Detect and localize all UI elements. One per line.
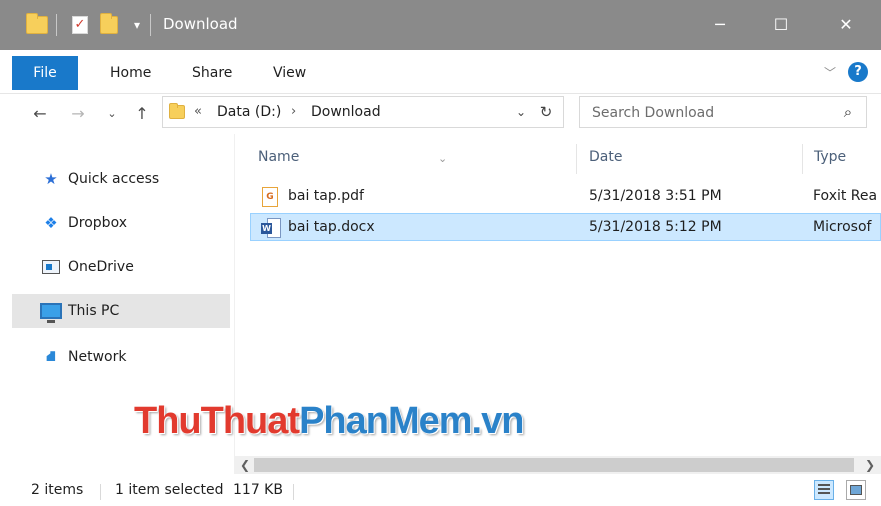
word-doc-icon: W xyxy=(261,218,281,238)
onedrive-icon xyxy=(40,256,62,278)
file-type: Foxit Rea xyxy=(813,188,878,204)
column-separator[interactable] xyxy=(576,144,577,174)
overflow-icon[interactable]: « xyxy=(194,97,202,127)
customize-toolbar-icon[interactable]: ▾ xyxy=(130,17,144,33)
new-folder-icon[interactable] xyxy=(100,13,118,34)
minimize-button[interactable]: ─ xyxy=(697,12,743,38)
window-title: Download xyxy=(163,15,238,33)
properties-icon[interactable]: ✓ xyxy=(72,16,88,34)
details-view-button[interactable] xyxy=(814,480,834,500)
nav-item-dropbox[interactable]: ❖ Dropbox xyxy=(12,206,230,240)
column-header-type[interactable]: Type xyxy=(814,144,846,170)
scroll-left-icon[interactable]: ❮ xyxy=(236,456,254,474)
search-input[interactable] xyxy=(592,103,822,123)
maximize-button[interactable]: ☐ xyxy=(758,12,804,38)
help-icon[interactable]: ? xyxy=(848,62,868,82)
tab-share[interactable]: Share xyxy=(192,56,232,90)
scrollbar-thumb[interactable] xyxy=(254,458,854,472)
title-bar: ✓ ▾ Download ─ ☐ ✕ xyxy=(0,0,881,50)
breadcrumb-separator[interactable]: › xyxy=(291,97,296,127)
folder-icon xyxy=(26,13,48,36)
refresh-icon[interactable]: ↻ xyxy=(535,101,557,123)
nav-item-label: Dropbox xyxy=(68,215,127,231)
address-dropdown-icon[interactable]: ⌄ xyxy=(511,101,531,123)
tab-home[interactable]: Home xyxy=(110,56,151,90)
address-row: ← → ⌄ ↑ « Data (D:) › Download ⌄ ↻ ⌕ xyxy=(0,94,881,134)
selection-size: 117 KB xyxy=(233,482,283,498)
breadcrumb-data-d[interactable]: Data (D:) xyxy=(217,97,281,127)
horizontal-scrollbar[interactable]: ❮ ❯ xyxy=(234,456,881,474)
tab-view[interactable]: View xyxy=(273,56,306,90)
pdf-icon: G xyxy=(262,187,278,207)
nav-item-onedrive[interactable]: OneDrive xyxy=(12,250,230,284)
search-icon[interactable]: ⌕ xyxy=(838,102,858,122)
network-icon: ⛘ xyxy=(45,347,57,365)
nav-item-label: Quick access xyxy=(68,171,160,187)
file-type: Microsof xyxy=(813,219,872,235)
column-separator[interactable] xyxy=(802,144,803,174)
status-bar: 2 items 1 item selected 117 KB xyxy=(0,474,881,506)
status-separator xyxy=(293,484,294,500)
nav-item-label: OneDrive xyxy=(68,259,134,275)
nav-item-this-pc[interactable]: This PC xyxy=(12,294,230,328)
nav-item-quick-access[interactable]: ★ Quick access xyxy=(12,162,230,196)
nav-item-label: Network xyxy=(68,349,127,365)
up-arrow-icon[interactable]: ↑ xyxy=(130,102,154,126)
file-date: 5/31/2018 3:51 PM xyxy=(589,188,722,204)
watermark-logo: ThuThuatPhanMem.vn xyxy=(134,400,524,443)
column-header-date[interactable]: Date xyxy=(589,144,622,170)
watermark-part2: PhanMem.vn xyxy=(299,400,524,442)
file-name: bai tap.pdf xyxy=(288,188,364,204)
table-row[interactable]: G bai tap.pdf 5/31/2018 3:51 PM Foxit Re… xyxy=(250,183,881,211)
address-bar[interactable]: « Data (D:) › Download ⌄ ↻ xyxy=(162,96,564,128)
tab-file[interactable]: File xyxy=(12,56,78,90)
scroll-right-icon[interactable]: ❯ xyxy=(861,456,879,474)
selection-count: 1 item selected xyxy=(115,482,224,498)
address-folder-icon xyxy=(169,103,185,119)
nav-item-label: This PC xyxy=(68,303,120,319)
computer-icon xyxy=(40,300,62,323)
expand-ribbon-icon[interactable]: ﹀ xyxy=(824,60,836,86)
sort-chevron-icon: ⌄ xyxy=(438,152,448,165)
watermark-part1: ThuThuat xyxy=(134,400,300,442)
close-button[interactable]: ✕ xyxy=(823,12,869,38)
column-header-name[interactable]: Name ⌄ xyxy=(258,144,447,170)
nav-item-network[interactable]: ⛘ Network xyxy=(12,340,230,374)
table-row[interactable]: W bai tap.docx 5/31/2018 5:12 PM Microso… xyxy=(250,213,881,241)
back-arrow-icon[interactable]: ← xyxy=(28,102,52,126)
recent-locations-icon[interactable]: ⌄ xyxy=(100,102,124,126)
forward-arrow-icon[interactable]: → xyxy=(66,102,90,126)
ribbon: File Home Share View ﹀ ? xyxy=(0,50,881,94)
column-header-name-label: Name xyxy=(258,149,300,165)
dropbox-icon: ❖ xyxy=(44,214,58,232)
file-date: 5/31/2018 5:12 PM xyxy=(589,219,722,235)
title-separator xyxy=(150,14,151,36)
search-box[interactable]: ⌕ xyxy=(579,96,867,128)
item-count: 2 items xyxy=(31,482,84,498)
breadcrumb-download[interactable]: Download xyxy=(311,97,381,127)
star-icon: ★ xyxy=(44,170,58,188)
details-view-icon xyxy=(818,484,830,496)
large-icons-view-icon xyxy=(850,485,862,495)
status-separator xyxy=(100,484,101,500)
file-name: bai tap.docx xyxy=(288,219,375,235)
quick-access-separator xyxy=(56,14,57,36)
large-icons-view-button[interactable] xyxy=(846,480,866,500)
